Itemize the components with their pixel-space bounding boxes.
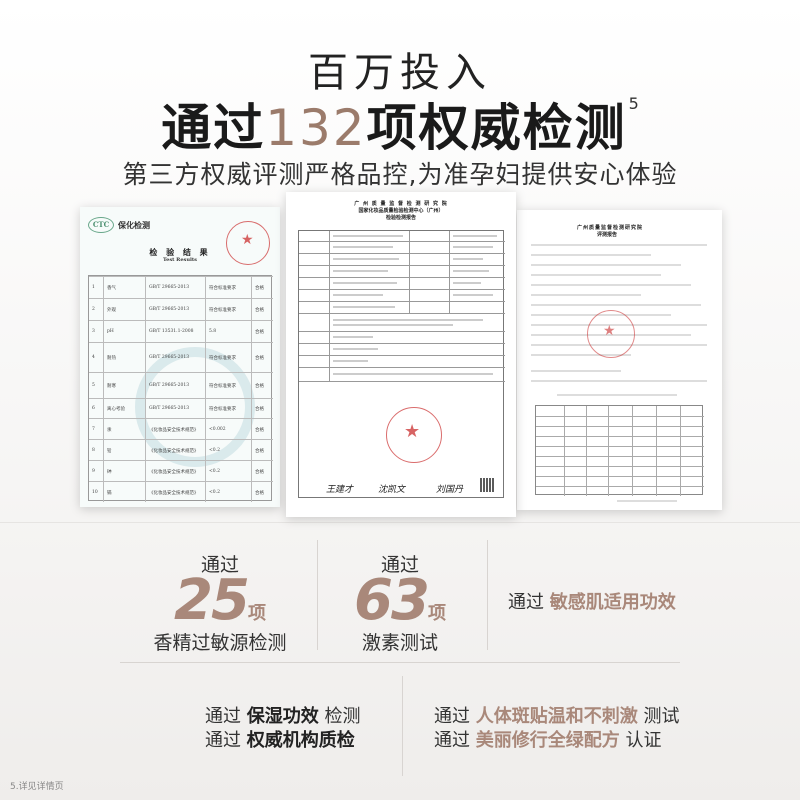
stat-25-unit: 项	[247, 603, 266, 624]
report-institute: 广州质量监督检测研究院	[577, 225, 644, 231]
table-row: 5 耐寒 GB/T 29665-2013 符合标准要求 合格	[89, 372, 273, 398]
patch-test-claim: 通过 人体斑贴温和不刺激 测试	[434, 706, 680, 727]
stat-63-unit: 项	[427, 603, 446, 624]
signature-1: 王建才	[326, 485, 354, 495]
divider	[0, 522, 800, 523]
table-row: 8 铅 《化妆品安全技术规范》 <0.2 合格	[89, 439, 273, 460]
signature-2: 沈凯文	[378, 485, 406, 495]
table-row: 2 外观 GB/T 29665-2013 符合标准要求 合格	[89, 298, 273, 320]
table-row: 10 镉 《化妆品安全技术规范》 <0.2 合格	[89, 481, 273, 502]
moisture-claim: 通过 保湿功效 检测	[205, 706, 361, 727]
stat-63: 63项	[330, 568, 470, 633]
table-row: 6 离心考验 GB/T 29665-2013 符合标准要求 合格	[89, 398, 273, 418]
sensitive-skin-highlight: 敏感肌适用功效	[549, 592, 676, 613]
divider	[487, 540, 488, 650]
footnote-marker: 5	[628, 94, 641, 113]
report-subtitle: Test Results	[162, 257, 197, 263]
seal-star-icon: ★	[241, 232, 254, 248]
green-formula-highlight: 美丽修行全绿配方	[475, 730, 620, 751]
signature-3: 刘国丹	[436, 485, 464, 495]
divider	[402, 676, 403, 776]
report-brand: 保化检测	[118, 220, 150, 230]
headline-prefix: 通过	[161, 99, 266, 157]
sensitive-skin-claim: 通过 敏感肌适用功效	[508, 592, 676, 613]
data-table	[535, 405, 704, 496]
test-report-middle: 广 州 质 量 监 督 检 测 研 究 院 国家化妆品质量检验检测中心（广州） …	[286, 192, 516, 517]
ctc-logo: CTC	[88, 217, 114, 233]
test-report-left: CTC 保化检测 ★ 检 验 结 果 Test Results 1 香气 GB/…	[80, 207, 280, 507]
table-row: 3 pH GB/T 13531.1-2008 5.8 合格	[89, 320, 273, 342]
report-institute: 广 州 质 量 监 督 检 测 研 究 院	[354, 201, 448, 207]
patch-test-highlight: 人体斑贴温和不刺激	[475, 706, 638, 727]
stat-25-desc: 香精过敏源检测	[153, 632, 287, 654]
moisture-highlight: 保湿功效	[246, 706, 319, 727]
authority-claim: 通过 权威机构质检	[205, 730, 355, 751]
report-center: 国家化妆品质量检验检测中心（广州）	[358, 208, 444, 214]
report-title: 检验检测报告	[385, 215, 416, 221]
green-formula-claim: 通过 美丽修行全绿配方 认证	[434, 730, 662, 751]
table-row: 9 砷 《化妆品安全技术规范》 <0.2 合格	[89, 460, 273, 481]
authority-highlight: 权威机构质检	[246, 730, 355, 751]
seal-star-icon: ★	[603, 323, 616, 339]
results-table: 1 香气 GB/T 29665-2013 符合标准要求 合格 2 外观 GB/T…	[88, 275, 273, 502]
report-title: 评测报告	[597, 232, 618, 238]
stat-63-desc: 激素测试	[361, 632, 438, 654]
stat-25-number: 25	[174, 568, 250, 633]
headline-subtitle: 第三方权威评测严格品控,为准孕妇提供安心体验	[122, 160, 678, 189]
table-row: 4 耐热 GB/T 29665-2013 符合标准要求 合格	[89, 342, 273, 372]
stat-63-number: 63	[354, 568, 430, 633]
divider	[317, 540, 318, 650]
seal-star-icon: ★	[404, 421, 421, 442]
table-row: 1 香气 GB/T 29665-2013 符合标准要求 合格	[89, 276, 273, 298]
footnote: 5.详见详情页	[10, 782, 64, 792]
test-report-right: 广州质量监督检测研究院 评测报告 ★	[517, 210, 722, 510]
headline-number: 132	[265, 99, 367, 157]
stat-25: 25项	[150, 568, 290, 633]
headline-test-count: 通过132项权威检测 5	[0, 88, 800, 160]
qr-code-icon	[480, 478, 494, 492]
divider	[120, 662, 680, 663]
headline-suffix: 项权威检测	[366, 99, 627, 157]
table-row: 7 汞 《化妆品安全技术规范》 <0.002 合格	[89, 418, 273, 439]
